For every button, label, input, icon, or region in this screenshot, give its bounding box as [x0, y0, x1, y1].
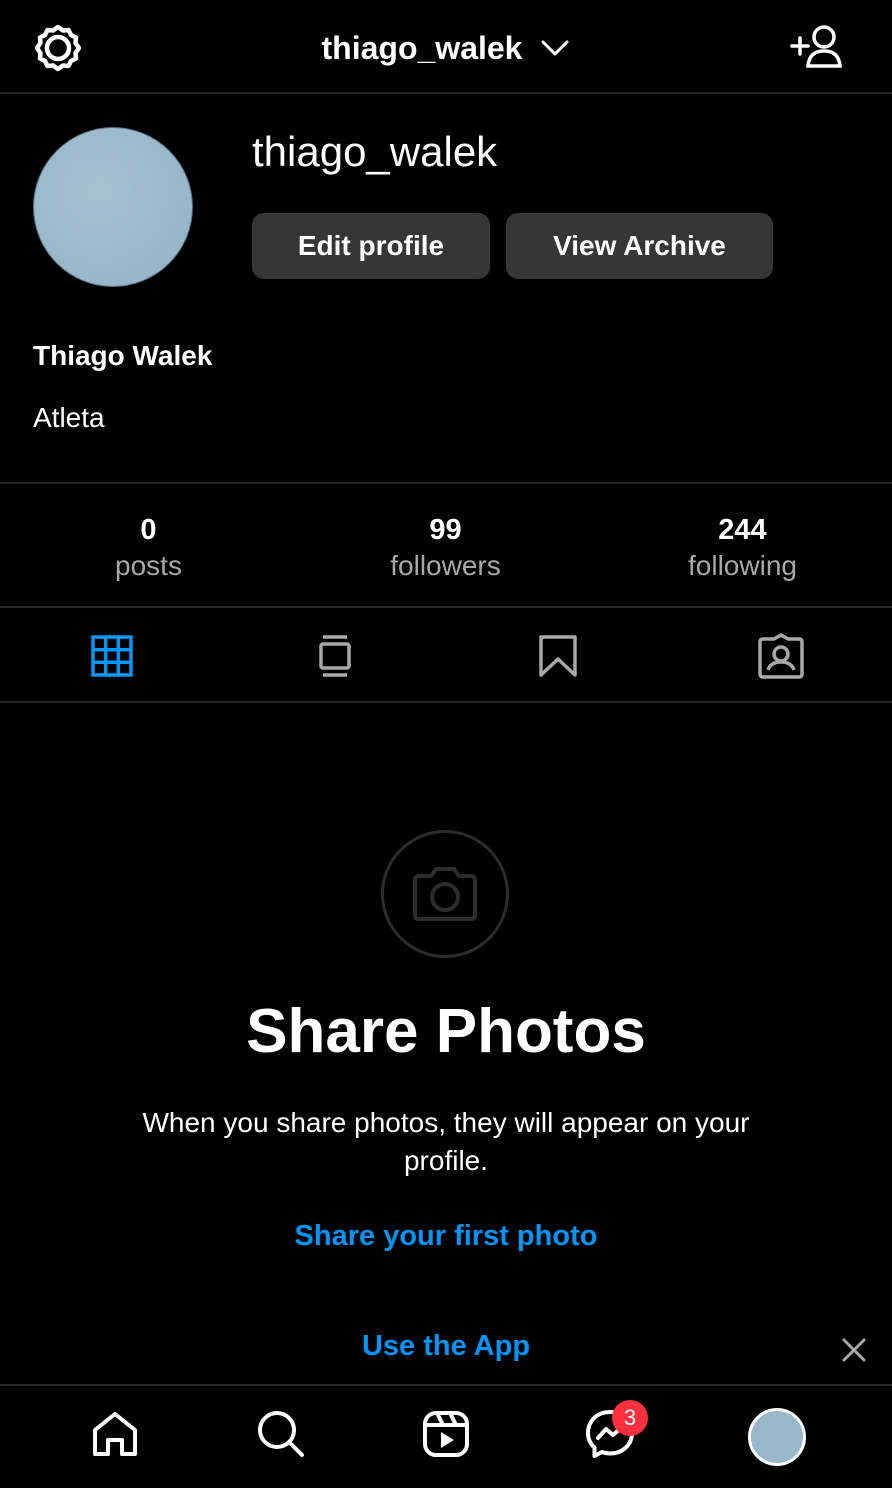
chevron-down-icon [541, 40, 569, 56]
tagged-icon [757, 632, 804, 679]
bio: Atleta [33, 402, 105, 433]
home-icon [93, 1412, 137, 1456]
nav-reels[interactable] [414, 1402, 478, 1466]
followers-label: followers [390, 550, 501, 581]
edit-profile-button[interactable]: Edit profile [252, 213, 490, 279]
bookmark-icon [538, 634, 577, 677]
top-header: thiago_walek [0, 0, 892, 94]
close-icon [842, 1338, 866, 1362]
full-name: Thiago Walek [33, 340, 213, 371]
profile-avatar[interactable] [33, 127, 193, 287]
empty-state-description: When you share photos, they will appear … [142, 1107, 750, 1176]
search-icon [258, 1411, 304, 1457]
tab-feed[interactable] [223, 610, 446, 701]
following-label: following [688, 550, 797, 581]
close-banner-button[interactable] [838, 1334, 870, 1366]
stat-posts: 0 posts [0, 512, 297, 584]
followers-count: 99 [429, 514, 462, 546]
posts-count: 0 [140, 514, 157, 546]
camera-circle [381, 830, 509, 958]
nav-search[interactable] [249, 1402, 313, 1466]
nav-profile-avatar[interactable] [748, 1408, 806, 1466]
share-first-photo-link[interactable]: Share your first photo [0, 1220, 892, 1253]
content-tabs [0, 610, 892, 703]
view-archive-button[interactable]: View Archive [506, 213, 773, 279]
posts-label: posts [115, 550, 182, 581]
tab-saved[interactable] [446, 610, 669, 701]
feed-icon [318, 634, 351, 677]
messages-badge: 3 [612, 1400, 648, 1436]
header-username: thiago_walek [321, 29, 523, 66]
stat-followers[interactable]: 99 followers [297, 512, 594, 584]
tab-posts-grid[interactable] [0, 610, 223, 701]
stats-bar: 0 posts 99 followers 244 following [0, 482, 892, 608]
add-user-button[interactable] [788, 22, 846, 72]
account-switcher[interactable]: thiago_walek [0, 24, 892, 72]
reels-icon [423, 1411, 469, 1457]
following-count: 244 [718, 514, 767, 546]
bottom-nav: 3 [0, 1384, 892, 1488]
empty-state-title: Share Photos [246, 997, 646, 1066]
grid-icon [90, 634, 133, 677]
profile-username: thiago_walek [252, 128, 498, 175]
stat-following[interactable]: 244 following [594, 512, 891, 584]
use-app-banner: Use the App [0, 1320, 892, 1384]
nav-home[interactable] [83, 1402, 147, 1466]
tab-tagged[interactable] [669, 610, 892, 701]
camera-icon [413, 867, 477, 921]
use-app-link[interactable]: Use the App [0, 1330, 892, 1363]
add-user-icon [790, 25, 842, 68]
